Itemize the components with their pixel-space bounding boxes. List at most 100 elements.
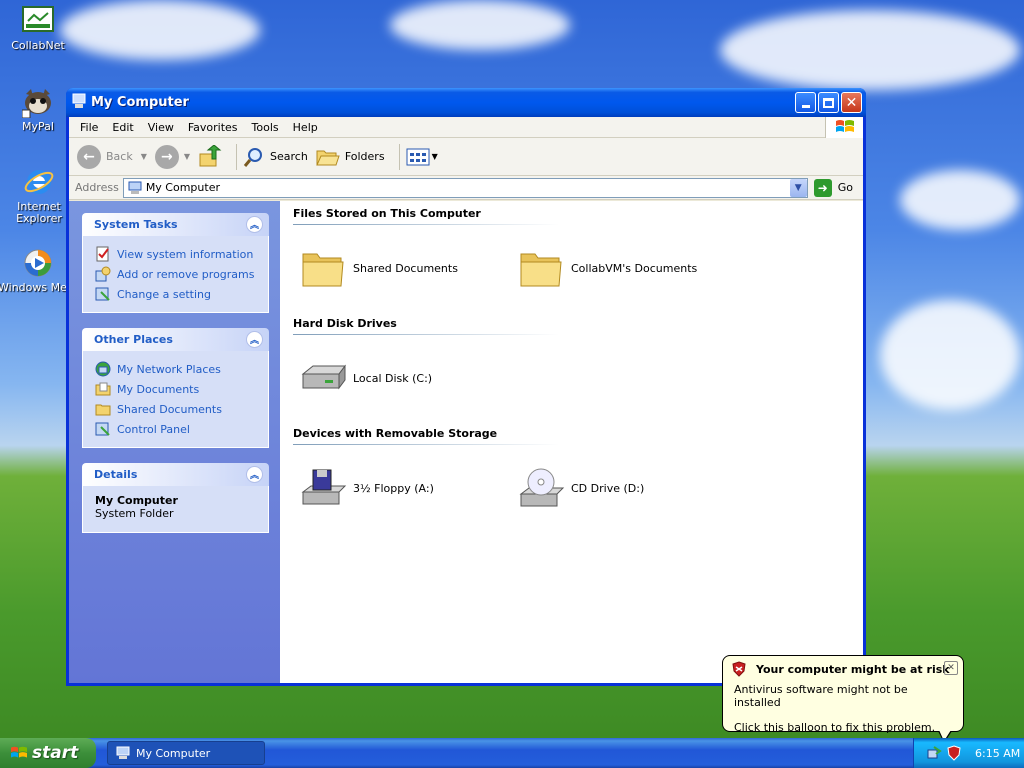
go-button[interactable]: ➜ Go bbox=[813, 178, 853, 197]
control-panel-link[interactable]: Control Panel bbox=[95, 419, 262, 439]
cd-drive-icon bbox=[519, 468, 565, 507]
folder-icon bbox=[302, 253, 344, 287]
views-button[interactable]: ▼ bbox=[406, 148, 438, 166]
panel-title: Details bbox=[94, 468, 138, 481]
address-dropdown-button[interactable]: ▼ bbox=[789, 178, 807, 197]
task-pane: System Tasks ︽ View system information A… bbox=[69, 201, 280, 683]
group-header: Devices with Removable Storage bbox=[293, 427, 558, 445]
shared-documents-link[interactable]: Shared Documents bbox=[95, 399, 262, 419]
link-label: Shared Documents bbox=[117, 402, 222, 416]
change-setting-link[interactable]: Change a setting bbox=[95, 284, 262, 304]
back-button[interactable]: ← Back ▼ bbox=[77, 144, 147, 169]
security-shield-icon bbox=[732, 661, 746, 677]
address-label: Address bbox=[75, 181, 119, 194]
cd-drive-d-item[interactable]: CD Drive (D:) bbox=[511, 464, 729, 512]
link-label: Add or remove programs bbox=[117, 267, 255, 281]
desktop-icon-mypal[interactable]: MyPal bbox=[0, 86, 76, 133]
title-bar[interactable]: My Computer ✕ bbox=[66, 88, 866, 117]
maximize-button[interactable] bbox=[818, 92, 839, 113]
collapse-icon[interactable]: ︽ bbox=[246, 331, 263, 348]
floppy-drive-icon bbox=[301, 469, 347, 505]
cloud bbox=[720, 10, 1020, 90]
close-button[interactable]: ✕ bbox=[841, 92, 862, 113]
go-arrow-icon: ➜ bbox=[813, 178, 832, 197]
forward-arrow-icon: → bbox=[154, 144, 179, 169]
forward-button[interactable]: → ▼ bbox=[154, 144, 190, 169]
search-button[interactable]: Search bbox=[243, 146, 308, 168]
go-label: Go bbox=[837, 181, 853, 194]
address-field[interactable]: My Computer ▼ bbox=[122, 177, 808, 198]
add-remove-programs-link[interactable]: Add or remove programs bbox=[95, 264, 262, 284]
details-panel: Details ︽ My Computer System Folder bbox=[82, 463, 269, 533]
start-button[interactable]: start bbox=[0, 738, 96, 768]
security-balloon[interactable]: Your computer might be at risk ✕ Antivir… bbox=[722, 655, 964, 743]
desktop-icon-collabnet[interactable]: CollabNet bbox=[0, 5, 76, 52]
shared-documents-item[interactable]: Shared Documents bbox=[293, 244, 511, 292]
collapse-icon[interactable]: ︽ bbox=[246, 216, 263, 233]
internet-explorer-icon bbox=[23, 166, 55, 198]
search-label: Search bbox=[270, 150, 308, 163]
details-name: My Computer bbox=[95, 494, 178, 507]
control-panel-icon bbox=[95, 287, 110, 301]
toolbar-separator bbox=[398, 143, 400, 170]
windows-flag-icon bbox=[11, 746, 27, 758]
panel-title: Other Places bbox=[94, 333, 173, 346]
network-tray-icon[interactable] bbox=[926, 745, 942, 761]
menu-view[interactable]: View bbox=[141, 121, 181, 134]
add-remove-programs-icon bbox=[95, 266, 111, 282]
windows-logo-icon bbox=[825, 116, 863, 138]
item-label: CD Drive (D:) bbox=[571, 481, 645, 495]
computer-icon bbox=[128, 181, 142, 194]
close-icon: ✕ bbox=[845, 94, 858, 111]
search-icon bbox=[243, 147, 263, 167]
toolbar: ← Back ▼ → ▼ Search Folders ▼ bbox=[69, 138, 863, 176]
hard-disk-icon bbox=[301, 364, 346, 390]
menu-help[interactable]: Help bbox=[286, 121, 325, 134]
my-computer-window: My Computer ✕ File Edit View Favorites T… bbox=[66, 88, 866, 686]
item-label: Shared Documents bbox=[353, 261, 458, 275]
desktop-icon-windows-media-player[interactable]: Windows Media Player bbox=[0, 247, 121, 294]
desktop-icon-label: CollabNet bbox=[11, 39, 65, 52]
item-label: CollabVM's Documents bbox=[571, 261, 698, 275]
folders-button[interactable]: Folders bbox=[316, 147, 385, 167]
cloud bbox=[60, 0, 260, 60]
collapse-icon[interactable]: ︽ bbox=[246, 466, 263, 483]
maximize-icon bbox=[823, 97, 834, 108]
taskbar: start My Computer 6:15 AM bbox=[0, 738, 1024, 768]
computer-icon bbox=[116, 746, 130, 759]
views-icon bbox=[406, 148, 430, 165]
menu-edit[interactable]: Edit bbox=[105, 121, 140, 134]
security-alert-tray-icon[interactable] bbox=[946, 745, 962, 761]
menu-favorites[interactable]: Favorites bbox=[181, 121, 245, 134]
link-label: My Network Places bbox=[117, 362, 221, 376]
window-title: My Computer bbox=[91, 95, 189, 110]
link-label: Change a setting bbox=[117, 287, 211, 301]
link-label: My Documents bbox=[117, 382, 200, 396]
minimize-button[interactable] bbox=[795, 92, 816, 113]
floppy-a-item[interactable]: 3½ Floppy (A:) bbox=[293, 464, 511, 512]
balloon-title: Your computer might be at risk bbox=[756, 662, 950, 676]
up-folder-button[interactable] bbox=[198, 144, 222, 169]
folders-label: Folders bbox=[344, 150, 385, 163]
menu-bar: File Edit View Favorites Tools Help bbox=[69, 116, 863, 138]
details-header[interactable]: Details ︽ bbox=[82, 463, 269, 486]
menu-file[interactable]: File bbox=[73, 121, 105, 134]
menu-tools[interactable]: Tools bbox=[245, 121, 286, 134]
back-label: Back bbox=[106, 150, 133, 163]
cloud bbox=[390, 0, 570, 50]
desktop-icon-label: MyPal bbox=[22, 120, 54, 133]
my-documents-icon bbox=[95, 382, 111, 396]
task-label: My Computer bbox=[136, 746, 211, 760]
balloon-close-button[interactable]: ✕ bbox=[944, 661, 958, 675]
folders-icon bbox=[316, 150, 340, 165]
taskbar-item-my-computer[interactable]: My Computer bbox=[107, 741, 265, 765]
view-system-information-link[interactable]: View system information bbox=[95, 244, 262, 264]
system-tasks-header[interactable]: System Tasks ︽ bbox=[82, 213, 269, 236]
collabvm-documents-item[interactable]: CollabVM's Documents bbox=[511, 244, 729, 292]
back-arrow-icon: ← bbox=[77, 144, 101, 169]
my-documents-link[interactable]: My Documents bbox=[95, 379, 262, 399]
other-places-header[interactable]: Other Places ︽ bbox=[82, 328, 269, 351]
my-network-places-link[interactable]: My Network Places bbox=[95, 359, 262, 379]
local-disk-c-item[interactable]: Local Disk (C:) bbox=[293, 354, 511, 402]
window-computer-icon bbox=[72, 93, 86, 112]
